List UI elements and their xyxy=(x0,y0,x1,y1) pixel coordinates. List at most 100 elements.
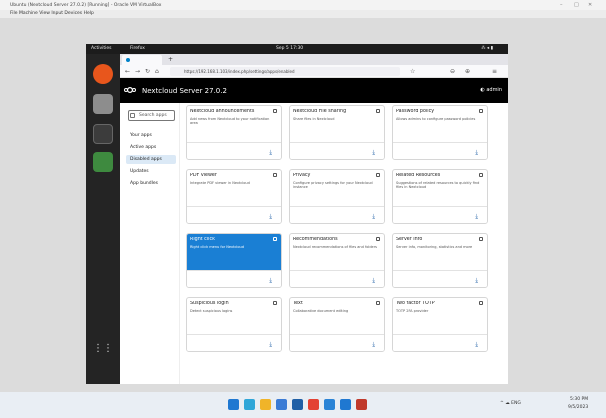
app-card[interactable]: Text Collaborative document editing ⤓ xyxy=(289,297,385,352)
maximize-button[interactable]: □ xyxy=(574,2,579,8)
window-title: Ubuntu (Nextcloud Server 27.0.2) [Runnin… xyxy=(10,3,162,8)
apps-grid-icon[interactable]: ⋮⋮ xyxy=(93,339,113,359)
app-card[interactable]: Password policy Allows admins to configur… xyxy=(392,105,488,160)
app-card-checkbox[interactable] xyxy=(273,109,277,113)
close-button[interactable]: ✕ xyxy=(588,2,592,8)
start-icon[interactable] xyxy=(228,399,239,410)
sidebar-item-app-bundles[interactable]: App bundles xyxy=(126,179,176,188)
mail-icon[interactable] xyxy=(292,399,303,410)
app-card-checkbox[interactable] xyxy=(376,237,380,241)
app-card-checkbox[interactable] xyxy=(479,301,483,305)
system-status-icons[interactable]: ⁂ ◂ ▮ xyxy=(481,46,493,51)
minimize-button[interactable]: – xyxy=(560,2,563,8)
firefox-icon[interactable] xyxy=(93,64,113,84)
shield-icon[interactable]: ⊖ xyxy=(450,68,455,75)
explorer-icon[interactable] xyxy=(260,399,271,410)
app-card-checkbox[interactable] xyxy=(376,173,380,177)
app-card-footer: ⤓ xyxy=(290,142,384,159)
download-icon[interactable]: ⤓ xyxy=(372,341,375,349)
vm-menu[interactable]: File Machine View Input Devices Help xyxy=(10,11,94,16)
app-card-title: Related Resources xyxy=(396,173,441,178)
app-card[interactable]: Suspicious login Detect suspicious logins… xyxy=(186,297,282,352)
app-card-header: Related Resources Suggestions of related … xyxy=(393,170,487,208)
new-tab-button[interactable]: + xyxy=(168,56,173,63)
download-icon[interactable]: ⤓ xyxy=(269,213,272,221)
sidebar-item-active-apps[interactable]: Active apps xyxy=(126,143,176,152)
app-card-checkbox[interactable] xyxy=(479,173,483,177)
edge-icon[interactable] xyxy=(244,399,255,410)
app-card[interactable]: Related Resources Suggestions of related … xyxy=(392,169,488,224)
download-icon[interactable]: ⤓ xyxy=(475,213,478,221)
app-card-description: Server info, monitoring, statistics and … xyxy=(396,245,473,249)
reload-icon[interactable]: ↻ xyxy=(145,68,150,75)
app-card-checkbox[interactable] xyxy=(479,109,483,113)
download-icon[interactable]: ⤓ xyxy=(269,341,272,349)
app-card-checkbox[interactable] xyxy=(273,173,277,177)
app-card-header: Text Collaborative document editing xyxy=(290,298,384,336)
app-card-description: Suggestions of related resources to quic… xyxy=(396,181,480,190)
download-icon[interactable]: ⤓ xyxy=(372,213,375,221)
photos-icon[interactable] xyxy=(324,399,335,410)
app-card[interactable]: Right click Right click menu for Nextclou… xyxy=(186,233,282,288)
download-icon[interactable]: ⤓ xyxy=(372,149,375,157)
app-card-checkbox[interactable] xyxy=(273,237,277,241)
sidebar-item-updates[interactable]: Updates xyxy=(126,167,176,176)
app-card-description: Detect suspicious logins xyxy=(190,309,233,313)
libreoffice-icon[interactable] xyxy=(93,152,113,172)
app-card-checkbox[interactable] xyxy=(376,301,380,305)
app-card[interactable]: Nextcloud announcements Add news from Nex… xyxy=(186,105,282,160)
taskbar-clock-time[interactable]: 5:30 PM xyxy=(570,397,588,402)
app-card-title: Two factor TOTP xyxy=(396,301,435,306)
app-card-checkbox[interactable] xyxy=(479,237,483,241)
terminal-icon[interactable] xyxy=(93,124,113,144)
app-card[interactable]: Recommendations Nextcloud recommendations… xyxy=(289,233,385,288)
app-card-header: Privacy Configure privacy settings for yo… xyxy=(290,170,384,208)
sidebar-item-disabled-apps[interactable]: Disabled apps xyxy=(126,155,176,164)
app-card-description: Collaborative document editing xyxy=(293,309,349,313)
files-icon[interactable] xyxy=(93,94,113,114)
back-icon[interactable]: ← xyxy=(125,68,130,75)
gnome-top-bar: Activities Firefox Sep 5 17:30 ⁂ ◂ ▮ xyxy=(86,44,508,54)
home-icon[interactable]: ⌂ xyxy=(155,68,159,75)
vm-menu-bar[interactable]: File Machine View Input Devices Help xyxy=(0,10,606,18)
app-card-header: PDF viewer Integrate PDF viewer in Nextcl… xyxy=(187,170,281,208)
taskbar-clock-date[interactable]: 9/5/2023 xyxy=(568,405,588,410)
nextcloud-content: Search apps Your apps Active apps Disabl… xyxy=(120,103,508,384)
app-card-header: Two factor TOTP TOTP 2FA provider xyxy=(393,298,487,336)
bookmark-star-icon[interactable]: ☆ xyxy=(410,68,415,75)
browser-tab[interactable] xyxy=(122,55,162,65)
app-card[interactable]: Nextcloud File sharing Share files in Nex… xyxy=(289,105,385,160)
forward-icon[interactable]: → xyxy=(135,68,140,75)
search-input[interactable]: Search apps xyxy=(128,110,175,121)
app-card-checkbox[interactable] xyxy=(273,301,277,305)
system-tray[interactable]: ^ ☁ ENG xyxy=(500,401,521,406)
defender-icon[interactable] xyxy=(340,399,351,410)
firefox-window: + ← → ↻ ⌂ https://192.168.1.103/index.ph… xyxy=(120,54,508,384)
menu-icon[interactable]: ≡ xyxy=(492,68,497,75)
app-card[interactable]: PDF viewer Integrate PDF viewer in Nextcl… xyxy=(186,169,282,224)
download-icon[interactable]: ⤓ xyxy=(269,149,272,157)
active-app-label[interactable]: Firefox xyxy=(130,46,145,51)
download-icon[interactable]: ⤓ xyxy=(475,149,478,157)
nextcloud-logo-icon[interactable] xyxy=(124,84,136,96)
app-card-checkbox[interactable] xyxy=(376,109,380,113)
chrome-icon[interactable] xyxy=(308,399,319,410)
user-menu[interactable]: ◐ admin xyxy=(480,87,502,93)
app-card[interactable]: Server Info Server info, monitoring, stat… xyxy=(392,233,488,288)
app-card-title: Nextcloud File sharing xyxy=(293,109,347,114)
virtualbox-icon[interactable] xyxy=(356,399,367,410)
app-card-header: Recommendations Nextcloud recommendations… xyxy=(290,234,384,272)
clock[interactable]: Sep 5 17:30 xyxy=(276,46,303,51)
sidebar-item-your-apps[interactable]: Your apps xyxy=(126,131,176,140)
url-bar[interactable]: https://192.168.1.103/index.php/settings… xyxy=(170,67,400,76)
download-icon[interactable]: ⤓ xyxy=(475,341,478,349)
extensions-icon[interactable]: ⊕ xyxy=(465,68,470,75)
download-icon[interactable]: ⤓ xyxy=(372,277,375,285)
download-icon[interactable]: ⤓ xyxy=(475,277,478,285)
app-card-header: Right click Right click menu for Nextclou… xyxy=(187,234,281,272)
download-icon[interactable]: ⤓ xyxy=(269,277,272,285)
activities-button[interactable]: Activities xyxy=(91,46,112,51)
store-icon[interactable] xyxy=(276,399,287,410)
app-card[interactable]: Two factor TOTP TOTP 2FA provider ⤓ xyxy=(392,297,488,352)
app-card[interactable]: Privacy Configure privacy settings for yo… xyxy=(289,169,385,224)
